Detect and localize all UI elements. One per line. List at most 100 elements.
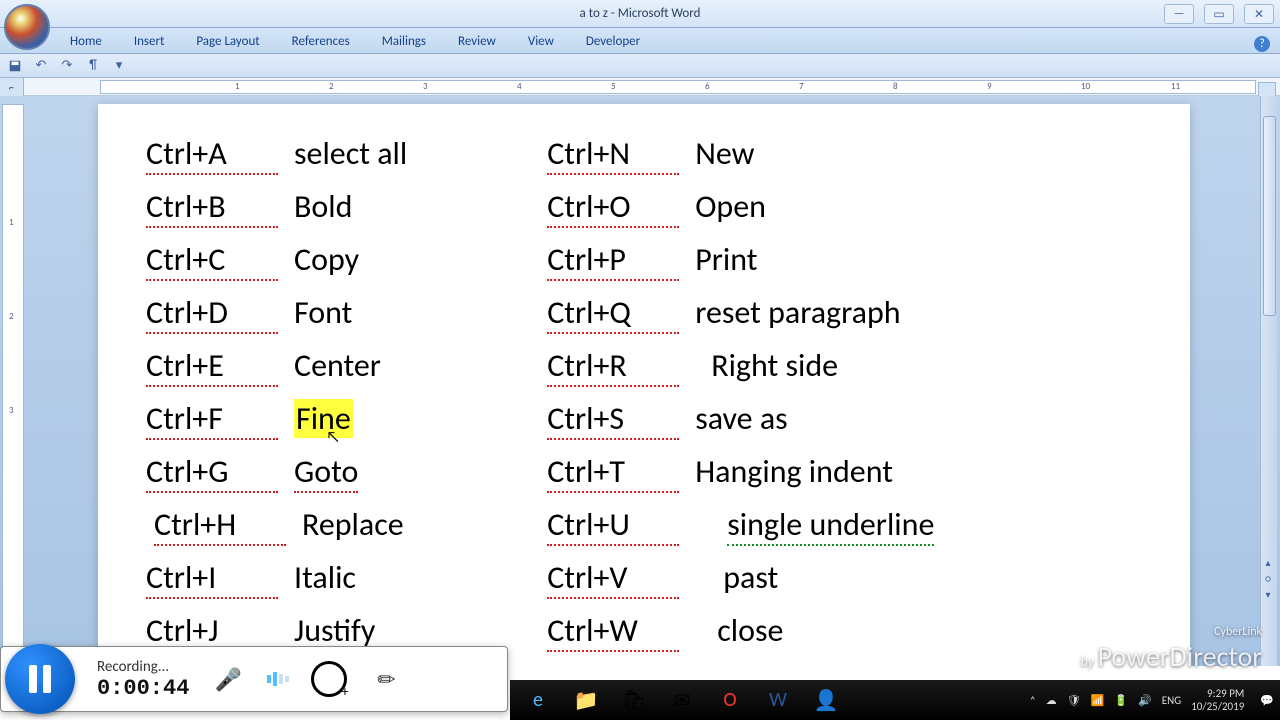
edge-icon[interactable]: e (516, 683, 560, 717)
tab-home[interactable]: Home (56, 30, 116, 53)
browse-object-nav: ▴ ○ ▾ (1262, 556, 1274, 600)
tab-mailings[interactable]: Mailings (368, 30, 440, 53)
shortcut-key: Ctrl+S (547, 399, 687, 438)
shortcut-desc: save as (695, 399, 787, 438)
pilcrow-icon[interactable]: ¶ (84, 57, 102, 75)
next-page-icon[interactable]: ▾ (1262, 588, 1274, 600)
shortcut-key: Ctrl+G (146, 452, 286, 491)
word-icon[interactable]: W (756, 683, 800, 717)
window-title: a to z - Microsoft Word (580, 6, 701, 21)
screen-recorder-panel: Recording... 0:00:44 🎤 ✏ (0, 646, 508, 712)
file-explorer-icon[interactable]: 📁 (564, 683, 608, 717)
shortcut-desc: past (723, 558, 778, 597)
shortcut-row: Ctrl+U single underline (547, 505, 934, 544)
shortcut-desc: New (695, 134, 754, 173)
shortcut-desc: Print (695, 240, 757, 279)
tab-references[interactable]: References (278, 30, 364, 53)
annotation-pen-icon[interactable]: ✏ (369, 662, 403, 696)
office-button[interactable] (4, 4, 50, 50)
shortcut-key: Ctrl+J (146, 611, 286, 650)
save-icon[interactable] (6, 57, 24, 75)
ruler-tick: 10 (1081, 81, 1090, 92)
shortcut-desc: Copy (294, 240, 359, 279)
microphone-icon[interactable]: 🎤 (211, 662, 245, 696)
battery-icon[interactable]: 🔋 (1114, 694, 1128, 707)
horizontal-ruler[interactable]: 1 2 3 4 5 6 7 8 9 10 11 (100, 80, 1256, 94)
shortcut-row: Ctrl+OOpen (547, 187, 934, 226)
shortcut-desc: close (717, 611, 783, 650)
tab-selector[interactable]: ⌐ (0, 78, 24, 96)
mail-icon[interactable]: ✉ (660, 683, 704, 717)
ruler-tick: 2 (329, 81, 334, 92)
shortcut-row: Ctrl+HReplace (146, 505, 407, 544)
shortcut-key: Ctrl+W (547, 611, 687, 650)
quick-access-toolbar: ↶ ↷ ¶ ▾ (0, 54, 1280, 78)
wifi-icon[interactable]: 📶 (1091, 694, 1105, 707)
people-icon[interactable]: 👤 (804, 683, 848, 717)
shortcut-key: Ctrl+Q (547, 293, 687, 332)
shortcut-key: Ctrl+F (146, 399, 286, 438)
tab-developer[interactable]: Developer (572, 30, 654, 53)
ruler-tick: 4 (517, 81, 522, 92)
left-column: Ctrl+Aselect all Ctrl+BBold Ctrl+CCopy C… (146, 134, 407, 650)
vruler-tick: 1 (9, 217, 14, 228)
shortcut-key: Ctrl+D (146, 293, 286, 332)
document-page[interactable]: Ctrl+Aselect all Ctrl+BBold Ctrl+CCopy C… (98, 104, 1190, 666)
document-area: 1 2 3 Ctrl+Aselect all Ctrl+BBold Ctrl+C… (0, 96, 1280, 666)
browse-object-icon[interactable]: ○ (1262, 572, 1274, 584)
minimize-button[interactable]: — (1164, 4, 1194, 24)
shortcut-key: Ctrl+U (547, 505, 687, 544)
watermark-brand: PowerDirector (1098, 639, 1262, 674)
ruler-tick: 9 (987, 81, 992, 92)
shortcut-row: Ctrl+FFine (146, 399, 407, 438)
shortcut-desc: Font (294, 293, 352, 332)
qat-dropdown-icon[interactable]: ▾ (110, 57, 128, 75)
tray-chevron-icon[interactable]: ˄ (1030, 694, 1036, 707)
shortcut-desc: Goto (294, 452, 358, 491)
mouse-cursor-icon: ↖ (326, 428, 340, 447)
tab-page-layout[interactable]: Page Layout (182, 30, 273, 53)
shortcut-key: Ctrl+P (547, 240, 687, 279)
shortcut-row: Ctrl+Ssave as (547, 399, 934, 438)
shortcut-row: Ctrl+IItalic (146, 558, 407, 597)
shortcut-row: Ctrl+JJustify (146, 611, 407, 650)
scrollbar-thumb[interactable] (1263, 116, 1276, 316)
tab-review[interactable]: Review (444, 30, 510, 53)
clock-date: 10/25/2019 (1191, 700, 1244, 713)
shortcut-row: Ctrl+THanging indent (547, 452, 934, 491)
shortcut-row: Ctrl+Aselect all (146, 134, 407, 173)
shortcut-key: Ctrl+O (547, 187, 687, 226)
title-bar: a to z - Microsoft Word — ▭ ✕ (0, 0, 1280, 28)
shortcut-desc: single underline (727, 505, 934, 544)
help-icon[interactable]: ? (1254, 36, 1270, 52)
shortcut-row: Ctrl+BBold (146, 187, 407, 226)
right-column: Ctrl+NNew Ctrl+OOpen Ctrl+PPrint Ctrl+Qr… (547, 134, 934, 650)
tab-view[interactable]: View (514, 30, 568, 53)
shortcut-row: Ctrl+Qreset paragraph (547, 293, 934, 332)
shortcut-key: Ctrl+R (547, 346, 687, 385)
onedrive-icon[interactable]: ☁ (1046, 694, 1057, 707)
opera-icon[interactable]: O (708, 683, 752, 717)
redo-icon[interactable]: ↷ (58, 57, 76, 75)
prev-page-icon[interactable]: ▴ (1262, 556, 1274, 568)
undo-icon[interactable]: ↶ (32, 57, 50, 75)
close-button[interactable]: ✕ (1244, 4, 1274, 24)
clock[interactable]: 9:29 PM 10/25/2019 (1191, 687, 1250, 713)
shortcut-row: Ctrl+CCopy (146, 240, 407, 279)
recording-elapsed: 0:00:44 (97, 676, 189, 701)
shortcut-desc: Center (294, 346, 381, 385)
language-indicator[interactable]: ENG (1162, 694, 1181, 707)
maximize-button[interactable]: ▭ (1204, 4, 1234, 24)
store-icon[interactable]: 🛍 (612, 683, 656, 717)
pause-recording-button[interactable] (5, 644, 75, 714)
shortcut-desc: Hanging indent (695, 452, 893, 491)
tab-insert[interactable]: Insert (120, 30, 179, 53)
notifications-icon[interactable]: 💬 (1260, 694, 1274, 707)
system-tray: ˄ ☁ 🛡 📶 🔋 🔊 ENG 9:29 PM 10/25/2019 💬 (1030, 687, 1274, 713)
volume-icon[interactable]: 🔊 (1138, 694, 1152, 707)
security-icon[interactable]: 🛡 (1067, 694, 1081, 707)
shortcut-row: Ctrl+PPrint (547, 240, 934, 279)
vertical-ruler[interactable]: 1 2 3 (2, 104, 24, 658)
shortcut-desc: Italic (294, 558, 356, 597)
webcam-toggle-icon[interactable] (311, 661, 347, 697)
